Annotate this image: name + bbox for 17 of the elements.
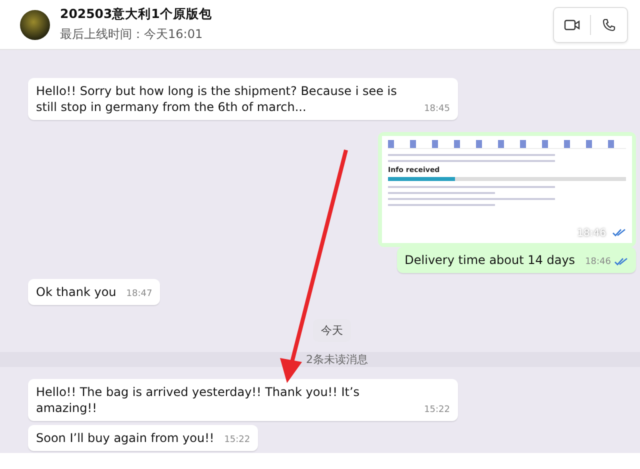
- message-time: 18:46: [577, 228, 606, 239]
- message-time: 15:22: [224, 434, 250, 446]
- video-camera-icon: [564, 18, 580, 30]
- message-time: 15:22: [424, 404, 450, 416]
- unread-count-text: 2条未读消息: [306, 352, 368, 367]
- phone-icon: [602, 18, 616, 32]
- message-time: 18:46: [585, 256, 611, 268]
- message-time: 18:47: [126, 288, 152, 300]
- last-seen-text: 最后上线时间：今天16:01: [60, 26, 204, 43]
- message-text: Delivery time about 14 days: [404, 252, 576, 268]
- message-text: Soon I’ll buy again from you!!: [36, 430, 214, 446]
- message-text: Ok thank you: [36, 284, 116, 300]
- message-text: Hello!! The bag is arrived yesterday!! Thank you!! It’s amazing!!: [36, 384, 361, 416]
- contact-name: 202503意大利1个原版包: [60, 6, 213, 23]
- avatar: [20, 10, 50, 40]
- message-text: Hello!! Sorry but how long is the shipment? Because i see is still stop in germany from the 6th of march...: [36, 83, 398, 115]
- message-time: 18:45: [424, 103, 450, 115]
